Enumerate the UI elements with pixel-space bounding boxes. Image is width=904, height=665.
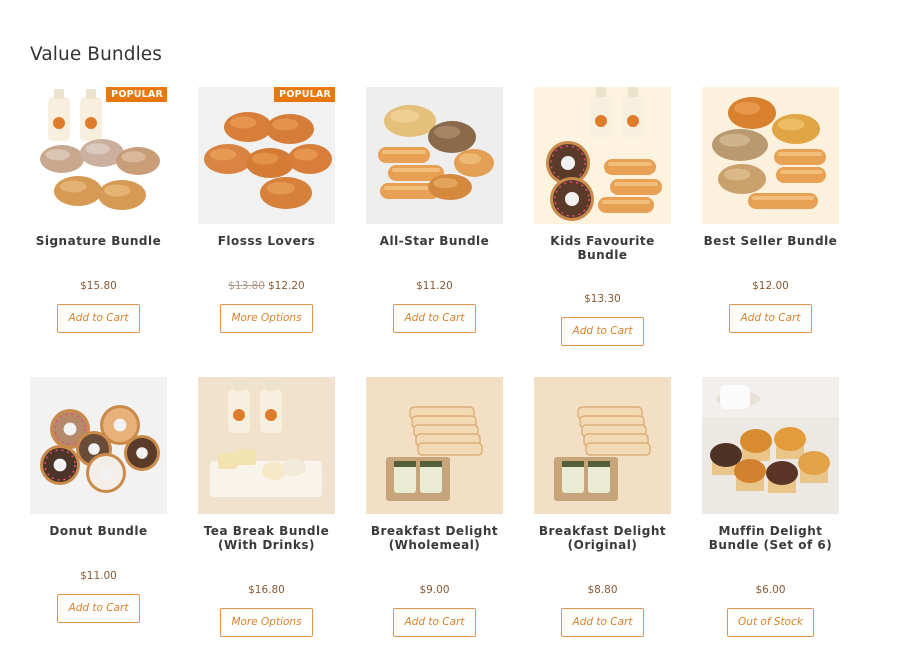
product-image[interactable] bbox=[198, 87, 335, 224]
product-price: $12.00 bbox=[702, 280, 839, 292]
add-to-cart-button[interactable]: Add to Cart bbox=[57, 594, 140, 623]
bread-and-jars-picture bbox=[366, 377, 503, 514]
add-to-cart-button[interactable]: Add to Cart bbox=[729, 304, 812, 333]
floss-buns-picture bbox=[198, 87, 335, 224]
best-seller-breads-picture bbox=[702, 87, 839, 224]
product-grid: POPULAR Signature Bundle $15.80 Add to C… bbox=[30, 87, 870, 657]
assorted-breads-picture bbox=[366, 87, 503, 224]
product-image[interactable] bbox=[366, 377, 503, 514]
product-price: $11.00 bbox=[30, 570, 167, 582]
product-name[interactable]: Tea Break Bundle (With Drinks) bbox=[188, 524, 345, 552]
original-price: $13.80 bbox=[228, 280, 265, 292]
donuts-picture bbox=[30, 377, 167, 514]
product-image[interactable] bbox=[30, 87, 167, 224]
current-price: $15.80 bbox=[80, 280, 117, 292]
milk-bottles-floss-buns-picture bbox=[30, 87, 167, 224]
product-card: POPULAR Flosss Lovers $13.80 $12.20 More … bbox=[198, 87, 335, 357]
milk-donuts-sausage-rolls-picture bbox=[534, 87, 671, 224]
current-price: $11.20 bbox=[416, 280, 453, 292]
product-name[interactable]: All-Star Bundle bbox=[356, 234, 513, 249]
product-name[interactable]: Muffin Delight Bundle (Set of 6) bbox=[692, 524, 849, 552]
muffins-tea-picture bbox=[702, 377, 839, 514]
product-price: $13.80 $12.20 bbox=[198, 280, 335, 292]
product-image[interactable] bbox=[30, 377, 167, 514]
product-card: POPULAR Signature Bundle $15.80 Add to C… bbox=[30, 87, 167, 357]
product-card: Best Seller Bundle $12.00 Add to Cart bbox=[702, 87, 839, 357]
current-price: $13.30 bbox=[584, 293, 621, 305]
product-card: Muffin Delight Bundle (Set of 6) $6.00 O… bbox=[702, 377, 839, 647]
product-price: $6.00 bbox=[702, 584, 839, 596]
current-price: $11.00 bbox=[80, 570, 117, 582]
product-card: Breakfast Delight (Original) $8.80 Add t… bbox=[534, 377, 671, 647]
current-price: $16.80 bbox=[248, 584, 285, 596]
product-name[interactable]: Kids Favourite Bundle bbox=[524, 234, 681, 262]
tea-break-drinks-picture bbox=[198, 377, 335, 514]
current-price: $9.00 bbox=[419, 584, 450, 596]
current-price: $12.20 bbox=[268, 280, 305, 292]
product-card: Kids Favourite Bundle $13.30 Add to Cart bbox=[534, 87, 671, 357]
product-name[interactable]: Donut Bundle bbox=[20, 524, 177, 539]
product-card: Donut Bundle $11.00 Add to Cart bbox=[30, 377, 167, 647]
add-to-cart-button[interactable]: Add to Cart bbox=[393, 304, 476, 333]
popular-badge: POPULAR bbox=[106, 87, 167, 102]
product-image[interactable] bbox=[366, 87, 503, 224]
product-name[interactable]: Breakfast Delight (Wholemeal) bbox=[356, 524, 513, 552]
current-price: $8.80 bbox=[587, 584, 618, 596]
section-title: Value Bundles bbox=[30, 44, 163, 65]
current-price: $12.00 bbox=[752, 280, 789, 292]
product-image[interactable] bbox=[534, 87, 671, 224]
more-options-button[interactable]: More Options bbox=[220, 304, 313, 333]
product-name[interactable]: Breakfast Delight (Original) bbox=[524, 524, 681, 552]
out-of-stock-button[interactable]: Out of Stock bbox=[727, 608, 814, 637]
product-price: $16.80 bbox=[198, 584, 335, 596]
product-price: $11.20 bbox=[366, 280, 503, 292]
add-to-cart-button[interactable]: Add to Cart bbox=[393, 608, 476, 637]
product-image[interactable] bbox=[198, 377, 335, 514]
more-options-button[interactable]: More Options bbox=[220, 608, 313, 637]
add-to-cart-button[interactable]: Add to Cart bbox=[561, 317, 644, 346]
popular-badge: POPULAR bbox=[274, 87, 335, 102]
product-image[interactable] bbox=[702, 377, 839, 514]
product-card: Tea Break Bundle (With Drinks) $16.80 Mo… bbox=[198, 377, 335, 647]
product-card: Breakfast Delight (Wholemeal) $9.00 Add … bbox=[366, 377, 503, 647]
product-name[interactable]: Flosss Lovers bbox=[188, 234, 345, 249]
product-price: $13.30 bbox=[534, 293, 671, 305]
bread-and-jars-picture bbox=[534, 377, 671, 514]
add-to-cart-button[interactable]: Add to Cart bbox=[57, 304, 140, 333]
product-price: $15.80 bbox=[30, 280, 167, 292]
product-name[interactable]: Best Seller Bundle bbox=[692, 234, 849, 249]
product-image[interactable] bbox=[534, 377, 671, 514]
add-to-cart-button[interactable]: Add to Cart bbox=[561, 608, 644, 637]
product-price: $8.80 bbox=[534, 584, 671, 596]
product-price: $9.00 bbox=[366, 584, 503, 596]
product-card: All-Star Bundle $11.20 Add to Cart bbox=[366, 87, 503, 357]
current-price: $6.00 bbox=[755, 584, 786, 596]
product-image[interactable] bbox=[702, 87, 839, 224]
product-name[interactable]: Signature Bundle bbox=[20, 234, 177, 249]
